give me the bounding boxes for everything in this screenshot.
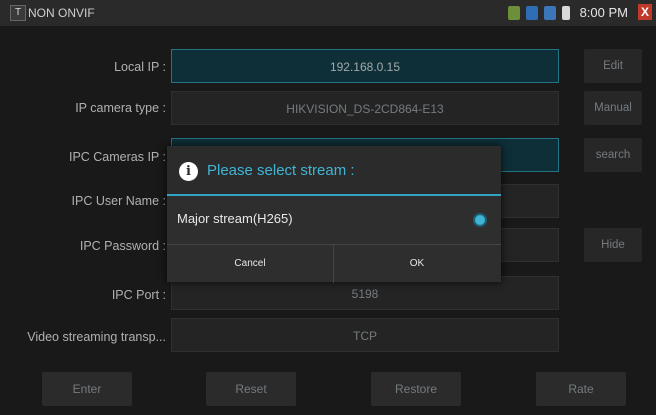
app-icon: T	[10, 5, 26, 21]
select-stream-dialog: i Please select stream : Major stream(H2…	[167, 146, 501, 283]
storage-icon	[507, 5, 520, 20]
dialog-title: Please select stream :	[207, 162, 355, 179]
dialog-buttons: Cancel OK	[167, 244, 501, 283]
image-icon	[543, 5, 556, 20]
battery-icon	[561, 5, 570, 20]
ok-button[interactable]: OK	[334, 245, 500, 283]
dialog-header: i Please select stream :	[167, 146, 501, 196]
stream-option-label: Major stream(H265)	[177, 211, 293, 226]
stream-option-major[interactable]: Major stream(H265)	[167, 196, 501, 244]
close-icon[interactable]: X	[638, 4, 652, 20]
radio-selected-icon[interactable]	[475, 215, 485, 225]
cancel-button[interactable]: Cancel	[167, 245, 333, 283]
status-bar: T NON ONVIF 8:00 PM X	[0, 0, 656, 26]
info-icon: i	[179, 162, 198, 181]
usb-icon	[525, 5, 538, 20]
status-icons: 8:00 PM	[507, 5, 628, 20]
app-title: NON ONVIF	[28, 6, 95, 20]
clock: 8:00 PM	[579, 5, 628, 20]
